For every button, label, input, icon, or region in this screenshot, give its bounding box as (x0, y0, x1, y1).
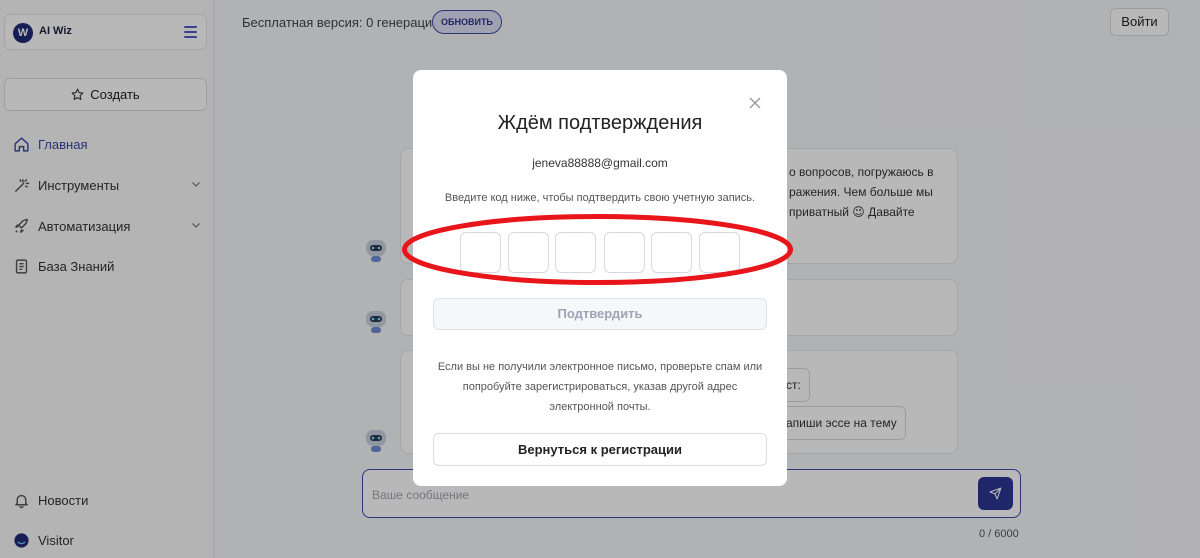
confirm-button[interactable]: Подтвердить (433, 298, 767, 330)
code-digit-3[interactable] (555, 232, 596, 273)
code-digit-6[interactable] (699, 232, 740, 273)
code-digit-1[interactable] (460, 232, 501, 273)
code-digit-4[interactable] (604, 232, 645, 273)
instruction-text: Введите код ниже, чтобы подтвердить свою… (444, 192, 756, 204)
code-digit-5[interactable] (651, 232, 692, 273)
modal-title: Ждём подтверждения (497, 112, 703, 134)
back-to-registration-button[interactable]: Вернуться к регистрации (433, 433, 767, 466)
verification-modal: Ждём подтверждения jeneva88888@gmail.com… (413, 70, 787, 486)
close-icon[interactable] (748, 96, 762, 110)
help-text: Если вы не получили электронное письмо, … (437, 361, 763, 413)
email-address: jeneva88888@gmail.com (532, 156, 668, 170)
code-digit-2[interactable] (508, 232, 549, 273)
